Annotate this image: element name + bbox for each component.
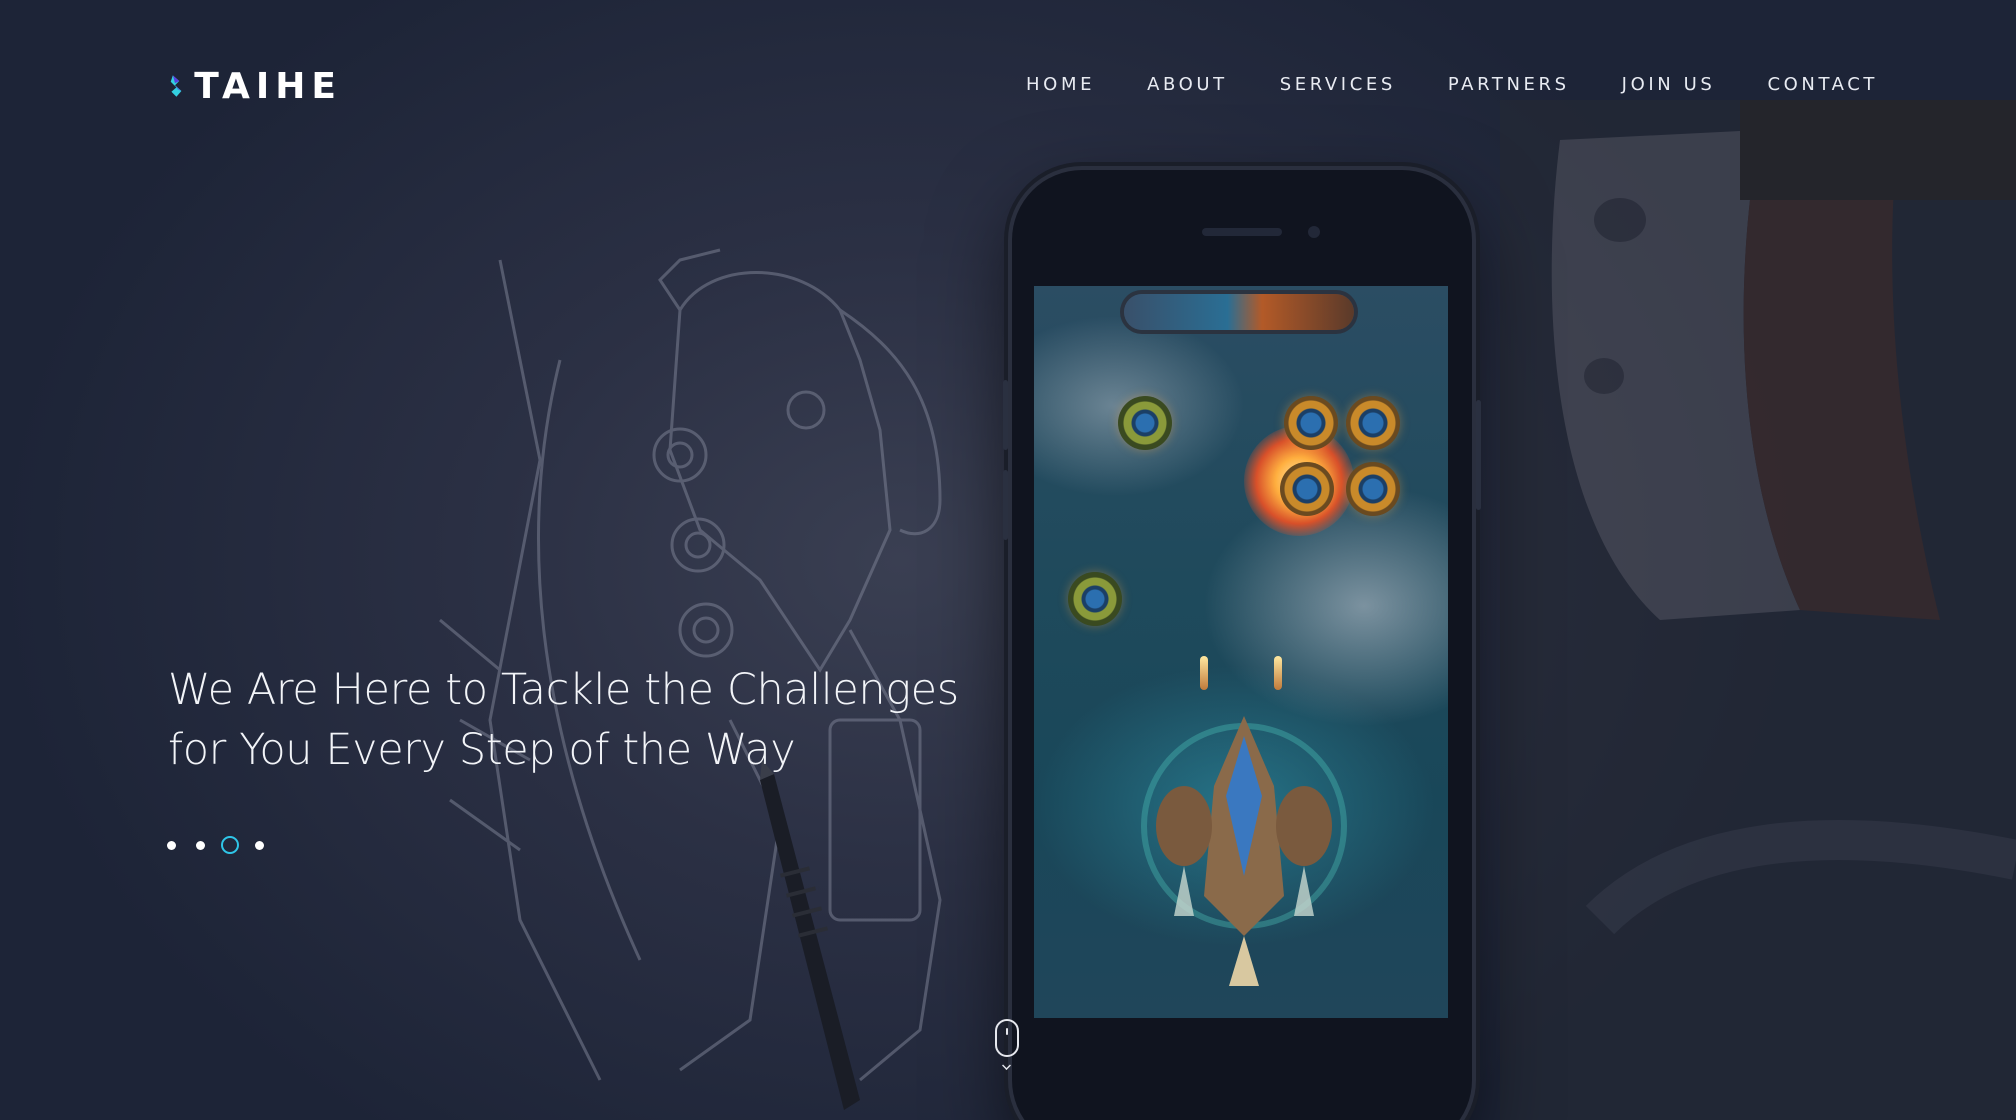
main-nav: HOME ABOUT SERVICES PARTNERS JOIN US CON…	[1026, 74, 1878, 95]
phone-volume-button	[1003, 470, 1008, 540]
nav-about[interactable]: ABOUT	[1147, 74, 1228, 95]
nav-contact[interactable]: CONTACT	[1767, 74, 1878, 95]
slider-dot-3-active[interactable]	[221, 836, 239, 854]
phone-volume-button	[1003, 380, 1008, 450]
game-screenshot	[1034, 286, 1448, 1018]
slider-dot-2[interactable]	[196, 840, 205, 850]
enemy-ship	[1346, 396, 1400, 450]
bullet	[1274, 656, 1282, 690]
nav-home[interactable]: HOME	[1026, 74, 1095, 95]
slider-dot-4[interactable]	[255, 840, 264, 850]
slider-dot-1[interactable]	[167, 840, 176, 850]
phone-speaker	[1202, 228, 1282, 236]
logo-text: TAIHE	[194, 65, 342, 107]
hero-headline-line-1: We Are Here to Tackle the Challenges	[168, 665, 959, 715]
hero-section: TAIHE HOME ABOUT SERVICES PARTNERS JOIN …	[0, 0, 2016, 1120]
enemy-ship	[1068, 572, 1122, 626]
nav-join-us[interactable]: JOIN US	[1622, 74, 1716, 95]
mouse-wheel	[1006, 1028, 1008, 1035]
headphone-decoration	[1500, 100, 2016, 1120]
pencil-decoration	[760, 760, 860, 1110]
phone-power-button	[1476, 400, 1481, 510]
mouse-scroll-icon[interactable]	[995, 1019, 1019, 1057]
logo[interactable]: TAIHE	[170, 56, 342, 116]
logo-mark-icon	[170, 75, 182, 97]
sketch-illustration	[439, 248, 942, 1082]
nav-services[interactable]: SERVICES	[1280, 74, 1396, 95]
bullet	[1200, 656, 1208, 690]
enemy-ship	[1118, 396, 1172, 450]
enemy-ship	[1284, 396, 1338, 450]
chevron-down-icon[interactable]	[1002, 1061, 1011, 1070]
phone-mockup	[1003, 170, 1481, 1120]
player-spaceship	[1141, 716, 1347, 986]
nav-partners[interactable]: PARTNERS	[1448, 74, 1570, 95]
slider-pagination	[167, 836, 284, 854]
game-hud-bar	[1124, 294, 1354, 330]
hero-headline: We Are Here to Tackle the Challenges for…	[168, 660, 988, 780]
phone-camera	[1308, 226, 1320, 238]
enemy-ship	[1280, 462, 1334, 516]
enemy-ship	[1346, 462, 1400, 516]
hero-headline-line-2: for You Every Step of the Way	[168, 725, 796, 775]
